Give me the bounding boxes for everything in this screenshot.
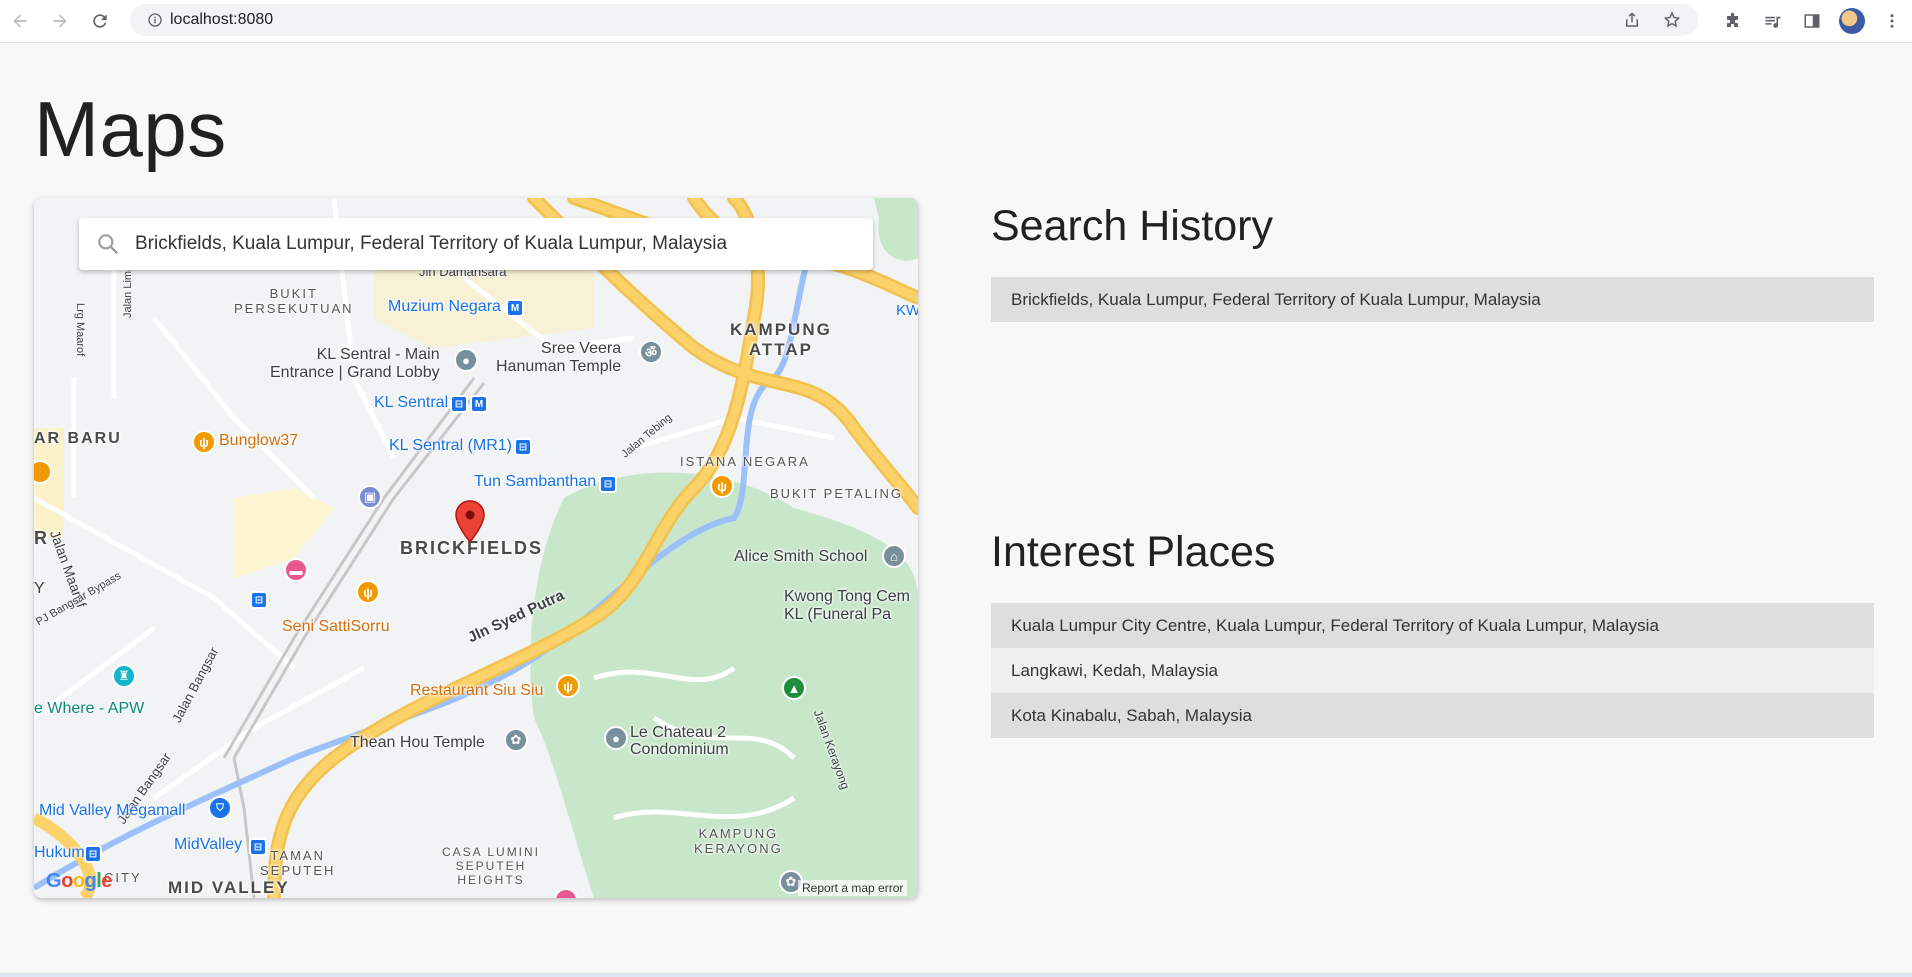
search-history-title: Search History [991, 202, 1273, 250]
restaurant-icon: ψ [556, 674, 580, 698]
search-history-item[interactable]: Brickfields, Kuala Lumpur, Federal Terri… [991, 277, 1874, 322]
map-label-y: Y [34, 580, 45, 597]
map-label-sree-veera: Sree Veera Hanuman Temple [496, 340, 622, 375]
map-label-bukit-petaling: BUKIT PETALING [770, 486, 903, 501]
map-label-midvalley: MidValley [174, 836, 243, 853]
browser-toolbar: localhost:8080 [0, 0, 1912, 43]
map-label-kl-sentral-main: KL Sentral - Main Entrance | Grand Lobby [270, 346, 440, 381]
reload-icon[interactable] [80, 1, 120, 41]
shopping-icon: ⛉ [208, 796, 232, 820]
search-history-list: Brickfields, Kuala Lumpur, Federal Terri… [991, 277, 1874, 322]
bus-stop-icon: ⊟ [250, 591, 268, 609]
map-label-taman-seputeh: TAMAN SEPUTEH [260, 848, 336, 878]
map-label-lrg-maarof: Lrg Maarof [74, 303, 86, 357]
map-label-alice-smith: Alice Smith School [734, 548, 868, 565]
museum-icon: ▣ [358, 485, 382, 509]
forward-icon[interactable] [40, 1, 80, 41]
extensions-puzzle-icon[interactable] [1712, 1, 1752, 41]
interest-places-list: Kuala Lumpur City Centre, Kuala Lumpur, … [991, 603, 1874, 738]
restaurant-icon: ψ [192, 430, 216, 454]
map-label-ar-baru: AR BARU [34, 430, 122, 447]
interest-place-item[interactable]: Kuala Lumpur City Centre, Kuala Lumpur, … [991, 603, 1874, 648]
map-label-kampung-kerayong: KAMPUNG KERAYONG [694, 826, 783, 856]
profile-avatar[interactable] [1839, 8, 1865, 34]
location-pin-icon[interactable] [454, 500, 486, 544]
hotel-icon: ▬ [284, 558, 308, 582]
map-label-tun-sambanthan: Tun Sambanthan [474, 473, 597, 490]
temple-icon: ✿ [504, 728, 528, 752]
map-label-casa-lumini: CASA LUMINI SEPUTEH HEIGHTS [442, 845, 541, 887]
tourist-spot-icon: ♜ [112, 664, 136, 688]
map-label-muzium-negara: Muzium Negara [388, 298, 501, 315]
interest-place-item[interactable]: Langkawi, Kedah, Malaysia [991, 648, 1874, 693]
menu-kebab-icon[interactable] [1872, 1, 1912, 41]
restaurant-icon: ψ [356, 580, 380, 604]
back-icon[interactable] [0, 1, 40, 41]
park-icon: ▲ [782, 676, 806, 700]
page-title: Maps [34, 85, 227, 173]
map-label-kw: KW [896, 302, 918, 319]
map-label-istana-negara: ISTANA NEGARA [680, 454, 810, 469]
page-bottom-border [0, 973, 1912, 977]
station-icon: ⊟ [84, 845, 102, 863]
share-icon[interactable] [1614, 4, 1650, 36]
restaurant-icon: ψ [710, 474, 734, 498]
map-label-restaurant-siu-siu: Restaurant Siu Siu [410, 682, 544, 699]
map-label-kl-sentral-mr1: KL Sentral (MR1) [389, 437, 512, 454]
map-view[interactable]: Jln Damansara BUKIT PERSEKUTUAN Muzium N… [34, 198, 918, 898]
side-panel-icon[interactable] [1792, 1, 1832, 41]
site-info-icon[interactable] [140, 12, 170, 28]
interest-place-item[interactable]: Kota Kinabalu, Sabah, Malaysia [991, 693, 1874, 738]
media-queue-icon[interactable] [1752, 1, 1792, 41]
map-label-mid-valley-megamall: Mid Valley Megamall [39, 802, 186, 819]
map-label-kl-sentral: KL Sentral [374, 394, 449, 411]
monorail-station-icon: ⊟ [599, 475, 617, 493]
map-label-hukum: Hukum [34, 844, 85, 861]
map-label-seni-satti: Seni SattiSorru [282, 618, 390, 635]
train-icon: ⊟ [450, 395, 468, 413]
url-text: localhost:8080 [170, 11, 274, 28]
map-label-bukit-persekutuan: BUKIT PERSEKUTUAN [234, 286, 354, 316]
map-label-kwong-tong: Kwong Tong Cem KL (Funeral Pa [784, 588, 910, 623]
map-label-r: R [34, 528, 49, 548]
transit-station-icon: M [506, 299, 524, 317]
map-label-kampung-attap: KAMPUNG ATTAP [730, 320, 832, 359]
map-label-mid-valley: MID VALLEY [168, 878, 290, 897]
monorail-icon: ⊟ [514, 438, 532, 456]
google-logo: Google [46, 870, 112, 892]
map-label-thean-hou: Thean Hou Temple [350, 734, 485, 751]
metro-icon: M [470, 395, 488, 413]
school-icon: ⌂ [882, 544, 906, 568]
search-icon [98, 234, 118, 254]
map-label-le-chateau: Le Chateau 2 Condominium [630, 724, 729, 758]
place-marker-icon: ● [604, 726, 628, 750]
map-label-bunglow37: Bunglow37 [219, 432, 299, 449]
map-search-input[interactable] [133, 232, 867, 256]
map-label-where-apw: e Where - APW [34, 700, 145, 717]
report-map-error-link[interactable]: Report a map error [798, 880, 908, 896]
address-bar[interactable]: localhost:8080 [130, 4, 1698, 36]
place-marker-icon: ● [454, 348, 478, 372]
bookmark-star-icon[interactable] [1654, 4, 1690, 36]
temple-icon: ॐ [639, 340, 663, 364]
interest-places-title: Interest Places [991, 528, 1276, 576]
map-search-box[interactable] [79, 218, 873, 270]
